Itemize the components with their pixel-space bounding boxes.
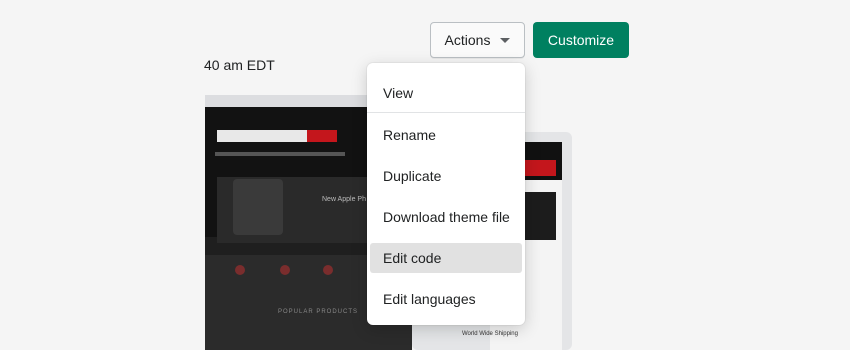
menu-item-download-theme-file[interactable]: Download theme file bbox=[370, 202, 522, 232]
menu-item-duplicate[interactable]: Duplicate bbox=[370, 161, 522, 191]
preview-search-box bbox=[217, 130, 307, 142]
actions-button[interactable]: Actions bbox=[430, 22, 525, 58]
preview-nav-bar bbox=[215, 152, 345, 156]
menu-item-view[interactable]: View bbox=[370, 78, 522, 108]
preview-phone-image bbox=[233, 179, 283, 235]
preview-banner-text: New Apple Ph bbox=[322, 196, 366, 203]
feature-icon bbox=[280, 265, 290, 275]
customize-label: Customize bbox=[547, 32, 615, 48]
actions-dropdown-menu: View Rename Duplicate Download theme fil… bbox=[367, 63, 525, 325]
customize-button[interactable]: Customize bbox=[533, 22, 629, 58]
actions-label: Actions bbox=[444, 32, 491, 48]
last-saved-timestamp: 40 am EDT bbox=[204, 57, 275, 73]
menu-item-edit-code[interactable]: Edit code bbox=[370, 243, 522, 273]
preview-popular-products: POPULAR PRODUCTS bbox=[278, 309, 359, 315]
caret-down-icon bbox=[500, 37, 511, 43]
feature-icon bbox=[235, 265, 245, 275]
mobile-preview-shipping-text: World Wide Shipping bbox=[462, 331, 518, 337]
feature-icon bbox=[323, 265, 333, 275]
menu-divider bbox=[367, 112, 525, 113]
menu-item-rename[interactable]: Rename bbox=[370, 120, 522, 150]
menu-item-edit-languages[interactable]: Edit languages bbox=[370, 284, 522, 314]
preview-search-button bbox=[307, 130, 337, 142]
